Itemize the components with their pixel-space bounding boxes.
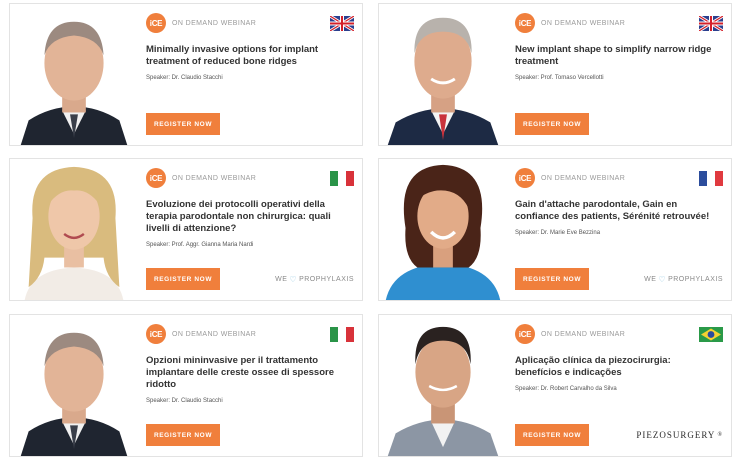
webinar-type-label: ON DEMAND WEBINAR: [172, 174, 257, 182]
webinar-title[interactable]: New implant shape to simplify narrow rid…: [515, 44, 720, 68]
speaker-photo: [379, 315, 507, 456]
webinar-type-label: ON DEMAND WEBINAR: [172, 19, 257, 27]
register-now-button[interactable]: REGISTER NOW: [515, 268, 589, 290]
webinar-card: iCE ON DEMAND WEBINAR Gain d'attache par…: [378, 158, 732, 301]
webinar-title[interactable]: Minimally invasive options for implant t…: [146, 44, 351, 68]
uk-flag-icon: [699, 15, 723, 31]
webinar-title[interactable]: Aplicação clínica da piezocirurgia: bene…: [515, 355, 720, 379]
italy-flag-icon: [330, 326, 354, 342]
heart-icon: ♡: [289, 274, 298, 284]
speaker-name: Speaker: Dr. Claudio Stacchi: [146, 75, 223, 81]
ice-logo-icon: iCE: [515, 13, 535, 33]
ice-logo-icon: iCE: [515, 324, 535, 344]
speaker-name: Speaker: Prof. Tomaso Vercellotti: [515, 75, 604, 81]
webinar-type-label: ON DEMAND WEBINAR: [541, 174, 626, 182]
speaker-name: Speaker: Dr. Robert Carvalho da Silva: [515, 386, 617, 392]
webinar-card: iCE ON DEMAND WEBINAR Aplicação clínica …: [378, 314, 732, 457]
speaker-name: Speaker: Dr. Claudio Stacchi: [146, 398, 223, 404]
register-now-button[interactable]: REGISTER NOW: [146, 268, 220, 290]
piezosurgery-logo: PIEZOSURGERY ®: [636, 430, 723, 440]
webinar-card: iCE ON DEMAND WEBINAR Minimally invasive…: [9, 3, 363, 146]
ice-logo-icon: iCE: [146, 13, 166, 33]
speaker-photo: [379, 159, 507, 300]
webinar-type-label: ON DEMAND WEBINAR: [541, 19, 626, 27]
uk-flag-icon: [330, 15, 354, 31]
ice-logo-icon: iCE: [515, 168, 535, 188]
ice-logo-icon: iCE: [146, 168, 166, 188]
speaker-photo: [10, 159, 138, 300]
register-now-button[interactable]: REGISTER NOW: [515, 424, 589, 446]
webinar-title[interactable]: Opzioni mininvasive per il trattamento i…: [146, 355, 351, 391]
we-love-prophylaxis-logo: WE ♡ PROPHYLAXIS: [275, 274, 354, 284]
italy-flag-icon: [330, 170, 354, 186]
speaker-name: Speaker: Prof. Aggr. Gianna Maria Nardi: [146, 242, 254, 248]
speaker-photo: [10, 4, 138, 145]
speaker-photo: [379, 4, 507, 145]
webinar-card: iCE ON DEMAND WEBINAR Opzioni mininvasiv…: [9, 314, 363, 457]
brazil-flag-icon: [699, 326, 723, 342]
webinar-type-label: ON DEMAND WEBINAR: [541, 330, 626, 338]
webinar-title[interactable]: Evoluzione dei protocolli operativi dell…: [146, 199, 351, 235]
webinar-title[interactable]: Gain d'attache parodontale, Gain en conf…: [515, 199, 720, 223]
webinar-type-label: ON DEMAND WEBINAR: [172, 330, 257, 338]
webinar-card: iCE ON DEMAND WEBINAR Evoluzione dei pro…: [9, 158, 363, 301]
register-now-button[interactable]: REGISTER NOW: [515, 113, 589, 135]
register-now-button[interactable]: REGISTER NOW: [146, 424, 220, 446]
webinar-card: iCE ON DEMAND WEBINAR New implant shape …: [378, 3, 732, 146]
ice-logo-icon: iCE: [146, 324, 166, 344]
speaker-photo: [10, 315, 138, 456]
france-flag-icon: [699, 170, 723, 186]
speaker-name: Speaker: Dr. Marie Eve Bezzina: [515, 230, 601, 236]
heart-icon: ♡: [658, 274, 667, 284]
register-now-button[interactable]: REGISTER NOW: [146, 113, 220, 135]
we-love-prophylaxis-logo: WE ♡ PROPHYLAXIS: [644, 274, 723, 284]
